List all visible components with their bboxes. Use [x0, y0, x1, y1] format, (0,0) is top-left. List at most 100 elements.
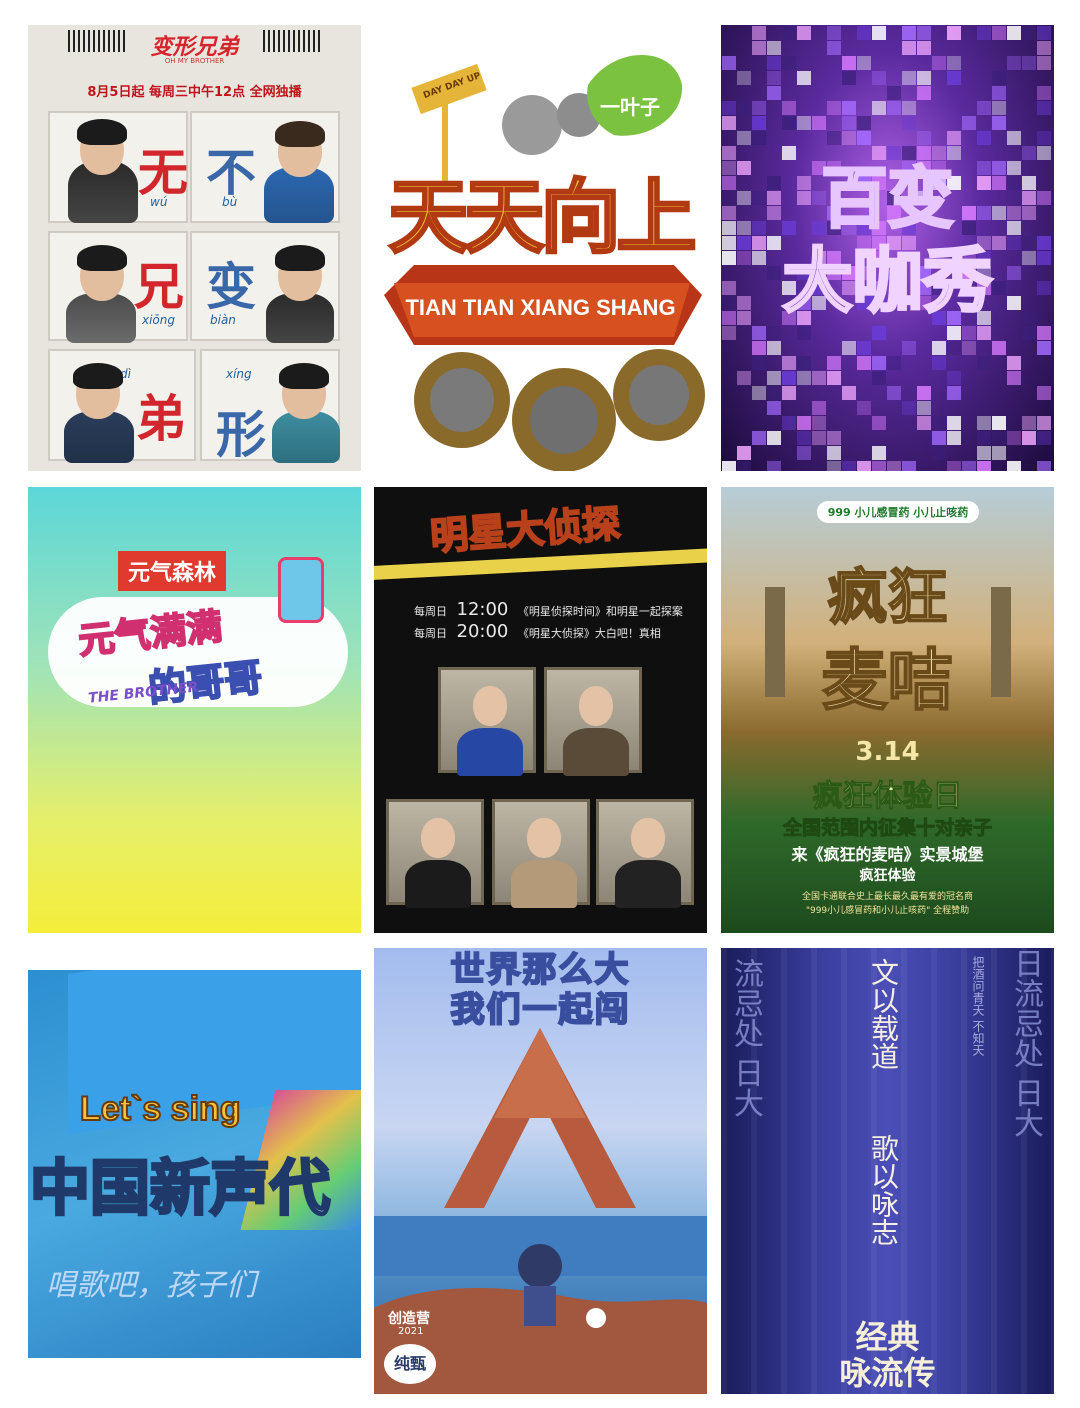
- schedule-row-2: 每周日 20:00 《明星大侦探》大白吧！真相: [414, 621, 661, 642]
- pixel-tile: [842, 461, 856, 471]
- pixel-tile: [1037, 101, 1051, 115]
- pinyin-xiong: xiōng: [142, 313, 175, 327]
- pixel-tile: [1022, 416, 1036, 430]
- pixel-tile: [857, 56, 871, 70]
- title-line-2: 麦咭: [821, 641, 955, 720]
- pixel-tile: [962, 326, 976, 340]
- pixel-tile: [932, 356, 946, 370]
- pixel-tile: [977, 101, 991, 115]
- pixel-tile: [872, 101, 886, 115]
- pixel-tile: [872, 71, 886, 85]
- poster-oh-my-brother[interactable]: 变形 兄弟 OH MY BROTHER 8月5日起 每周三中午12点 全网独播 无…: [28, 25, 361, 471]
- schedule-desc: 《明星侦探时间》和明星一起探案: [517, 605, 683, 618]
- pixel-tile: [947, 326, 961, 340]
- sponsor-badge: 999 小儿感冒药 小儿止咳药: [817, 501, 979, 523]
- pixel-tile: [1007, 56, 1021, 70]
- event-line-2: 全国范围内征集十对亲子: [782, 817, 992, 840]
- char-xiong: 兄: [134, 257, 184, 316]
- pixel-tile: [737, 446, 751, 460]
- pixel-tile: [767, 326, 781, 340]
- leaf-text: 一叶子: [600, 95, 660, 119]
- pixel-tile: [752, 101, 766, 115]
- pixel-tile: [752, 341, 766, 355]
- pixel-tile: [722, 326, 736, 340]
- pixel-tile: [977, 131, 991, 145]
- char-bian: 变: [206, 257, 256, 316]
- pixel-tile: [902, 461, 916, 471]
- title-line-2: 大咖秀: [781, 239, 994, 324]
- panel-bian: 变 biàn: [190, 231, 340, 343]
- pixel-tile: [827, 371, 841, 385]
- pixel-tile: [917, 131, 931, 145]
- verse-line-1: 文以载道: [867, 958, 900, 1070]
- event-date: 3.14: [855, 737, 920, 767]
- pixel-tile: [1007, 431, 1021, 445]
- pixel-tile: [752, 41, 766, 55]
- pixel-tile: [947, 341, 961, 355]
- pixel-tile: [752, 26, 766, 40]
- verse-line-2: 歌以咏志: [867, 1134, 900, 1246]
- poster-yuan-qi-man-man[interactable]: 元气森林 元气满满 的哥哥 THE BROTHER: [28, 487, 361, 933]
- pixel-tile: [827, 431, 841, 445]
- pixel-tile: [1037, 341, 1051, 355]
- pixel-tile: [932, 341, 946, 355]
- title-line-1: 疯狂: [827, 562, 949, 634]
- pixel-tile: [872, 326, 886, 340]
- poster-feng-kuang-mai-ji[interactable]: 999 小儿感冒药 小儿止咳药 疯狂 麦咭 3.14 疯狂体验日 全国范围内征集…: [721, 487, 1054, 933]
- pixel-tile: [962, 116, 976, 130]
- pixel-tile: [1037, 386, 1051, 400]
- pixel-tile: [1007, 371, 1021, 385]
- pixel-tile: [977, 356, 991, 370]
- pixel-tile: [842, 386, 856, 400]
- pixel-tile: [752, 356, 766, 370]
- event-line-6: "999小儿感冒药和小儿止咳药" 全程赞助: [805, 906, 970, 916]
- pixel-tile: [992, 116, 1006, 130]
- show-title: 中国新声代: [29, 1153, 332, 1226]
- pixel-tile: [857, 26, 871, 40]
- pixel-tile: [977, 431, 991, 445]
- pixel-tile: [947, 56, 961, 70]
- pixel-tile: [1037, 416, 1051, 430]
- pixel-tile: [1037, 86, 1051, 100]
- poster-jing-dian-yong-liu-chuan[interactable]: 流忌处 日大 日流忌处 日大 把酒问青天 不知天 文以载道 歌以咏志 经典 咏流…: [721, 948, 1054, 1394]
- pixel-tile: [812, 116, 826, 130]
- pixel-tile: [887, 86, 901, 100]
- pixel-tile: [767, 401, 781, 415]
- title-line-2: 咏流传: [839, 1354, 936, 1392]
- poster-bai-bian-da-ka-xiu[interactable]: 百变 大咖秀: [721, 25, 1054, 471]
- pixel-tile: [962, 341, 976, 355]
- poster-chuang-zao-ying[interactable]: 世界那么大 我们一起闯 创造营 2021 纯甄: [374, 948, 707, 1394]
- pixel-tile: [797, 116, 811, 130]
- pinyin-bian: biàn: [210, 313, 236, 327]
- pixel-tile: [992, 86, 1006, 100]
- pixel-tile: [842, 56, 856, 70]
- pixel-tile: [812, 401, 826, 415]
- pixel-tile: [842, 341, 856, 355]
- pixel-tile: [872, 446, 886, 460]
- pixel-tile: [767, 386, 781, 400]
- pixel-tile: [947, 26, 961, 40]
- pixel-tile: [872, 26, 886, 40]
- pixel-tile: [767, 86, 781, 100]
- panel-xiong: 兄 xiōng: [48, 231, 188, 343]
- pixel-tile: [1007, 356, 1021, 370]
- pixel-tile: [767, 461, 781, 471]
- pixel-tile: [872, 356, 886, 370]
- poster-ming-xing-da-zhen-tan[interactable]: 明星大侦探 每周日 12:00 《明星侦探时间》和明星一起探案 每周日 20:0…: [374, 487, 707, 933]
- poster-tian-tian-xiang-shang[interactable]: DAY DAY UP 一叶子 天天向上 TIAN TIAN XIANG SHAN…: [374, 25, 707, 471]
- pixel-tile: [752, 326, 766, 340]
- pixel-tile: [977, 326, 991, 340]
- slogan: 唱歌吧，孩子们: [46, 1268, 256, 1303]
- pixel-tile: [782, 371, 796, 385]
- schedule-time: 12:00: [456, 599, 509, 620]
- pixel-tile: [902, 41, 916, 55]
- pixel-tile: [752, 116, 766, 130]
- poster-zhong-guo-xin-sheng-dai[interactable]: Let`s sing 中国新声代 唱歌吧，孩子们: [28, 970, 361, 1358]
- char-di: 弟: [136, 389, 186, 448]
- pixel-tile: [917, 41, 931, 55]
- pixel-tile: [767, 431, 781, 445]
- pixel-tile: [827, 26, 841, 40]
- pixel-tile: [872, 416, 886, 430]
- pixel-tile: [857, 131, 871, 145]
- pixel-tile: [1037, 26, 1051, 40]
